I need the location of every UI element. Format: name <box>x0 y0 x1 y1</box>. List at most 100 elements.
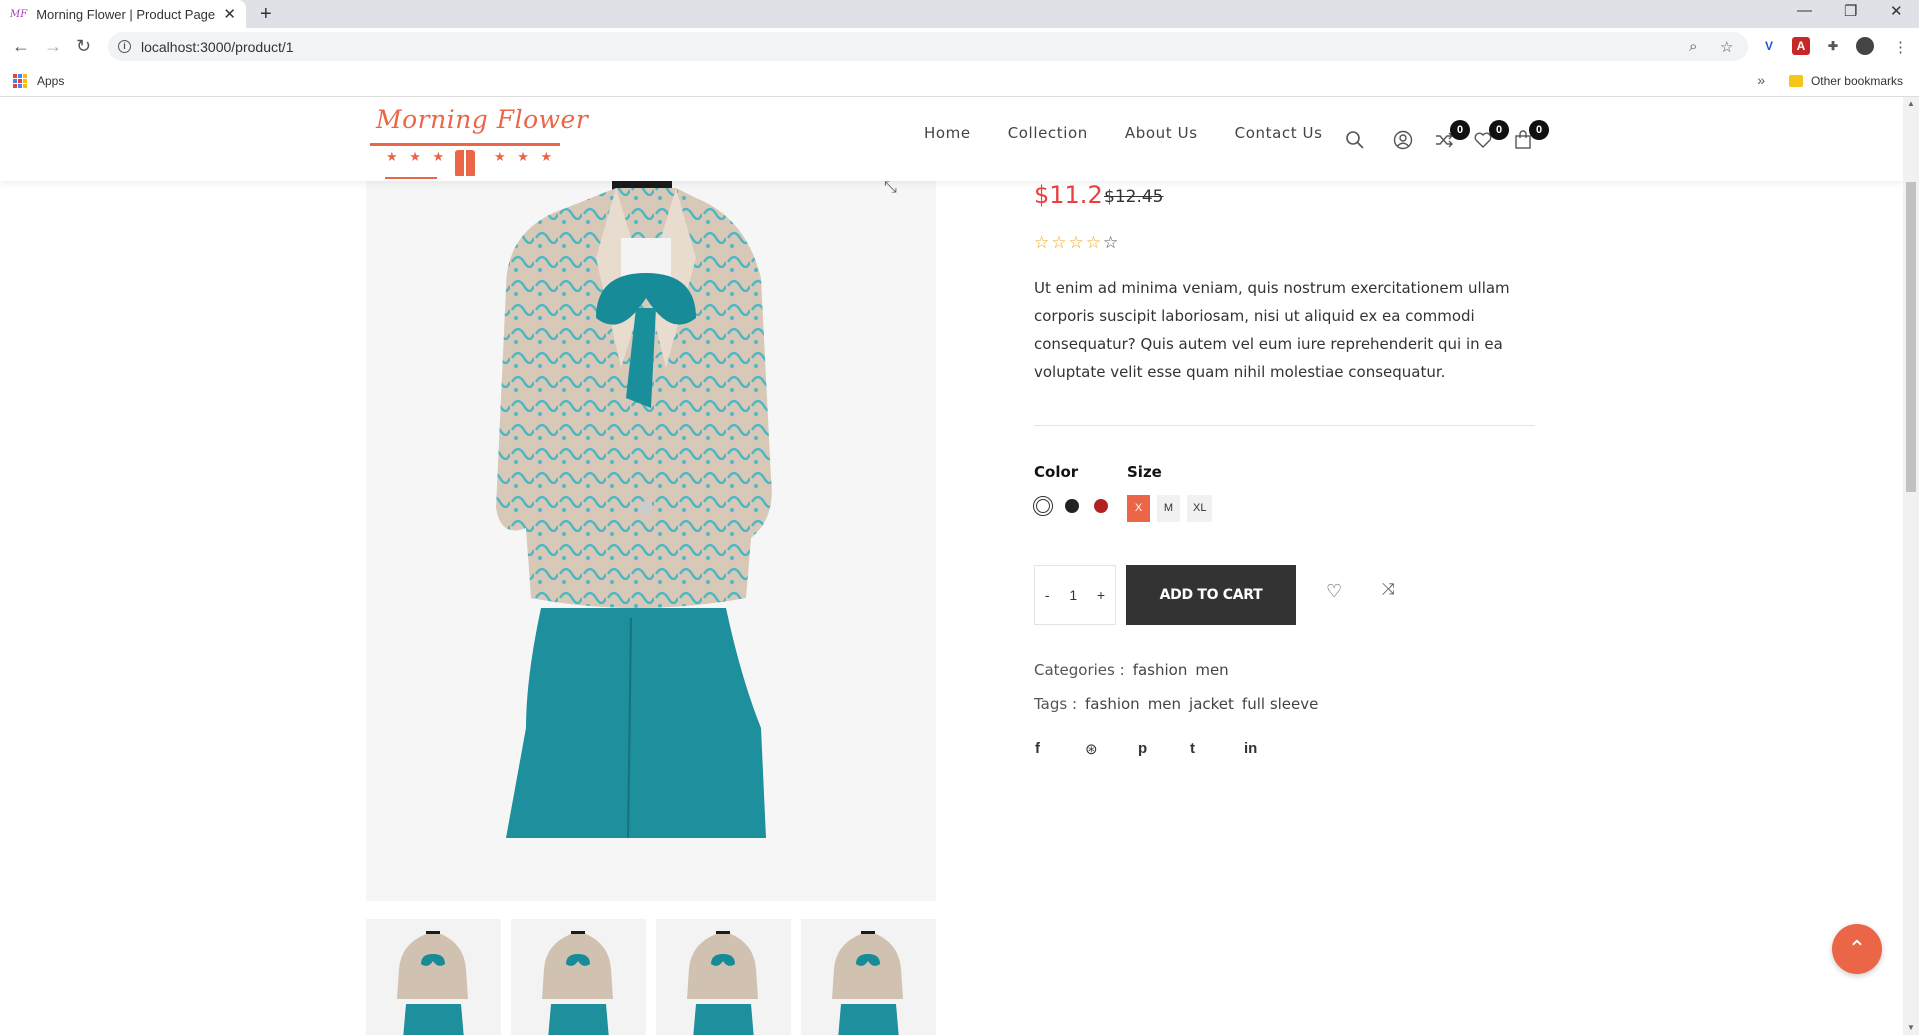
logo-text: Morning Flower <box>376 105 589 134</box>
url-text: localhost:3000/product/1 <box>141 38 294 55</box>
zoom-icon[interactable]: ⌕ <box>1689 38 1697 55</box>
thumbnail-1[interactable] <box>366 919 501 1035</box>
color-swatch-white[interactable] <box>1033 496 1053 516</box>
bookmark-star-icon[interactable]: ☆ <box>1720 38 1733 56</box>
site-logo[interactable]: Morning Flower ★ ★ ★ ★ ★ ★ <box>368 103 588 179</box>
add-to-compare-shuffle-icon[interactable]: ⤨ <box>1382 581 1395 599</box>
size-option-x[interactable]: X <box>1127 495 1150 522</box>
apps-shortcut[interactable]: Apps <box>13 74 64 88</box>
thumbnail-3[interactable] <box>656 919 791 1035</box>
size-option-m[interactable]: M <box>1157 495 1180 522</box>
size-option-xl[interactable]: XL <box>1187 495 1213 522</box>
product-rating: ☆☆☆☆☆ <box>1034 233 1120 253</box>
tag-link[interactable]: jacket <box>1189 695 1234 713</box>
browser-tab[interactable]: MF Morning Flower | Product Page ✕ <box>0 0 246 28</box>
search-icon[interactable] <box>1345 130 1367 152</box>
new-tab-icon[interactable]: + <box>260 3 272 26</box>
site-favicon-icon: MF <box>10 8 28 20</box>
qty-decrease-button[interactable]: - <box>1045 587 1050 603</box>
nav-contact-us[interactable]: Contact Us <box>1235 124 1323 142</box>
browser-toolbar: ← → ↻ i localhost:3000/product/1 ⌕ ☆ V A… <box>0 28 1919 66</box>
quantity-stepper: - 1 + <box>1034 565 1116 625</box>
back-icon[interactable]: ← <box>12 36 30 57</box>
page-viewport: Morning Flower ★ ★ ★ ★ ★ ★ Home Collecti… <box>0 97 1903 1035</box>
compare-shuffle-icon[interactable]: 0 <box>1434 120 1470 152</box>
color-swatch-black[interactable] <box>1065 499 1079 513</box>
product-tags: Tags : fashion men jacket full sleeve <box>1034 695 1318 713</box>
qty-value[interactable]: 1 <box>1069 587 1077 603</box>
bookmarks-bar: Apps » Other bookmarks <box>0 66 1919 97</box>
window-close-icon[interactable]: ✕ <box>1890 2 1903 20</box>
minimize-icon[interactable]: — <box>1797 2 1812 19</box>
tags-label: Tags : <box>1034 695 1078 713</box>
apps-label: Apps <box>37 74 65 88</box>
tag-link[interactable]: fashion <box>1085 695 1140 713</box>
star-icon: ☆ <box>1051 233 1069 252</box>
extension-pdf-icon[interactable]: A <box>1792 37 1810 55</box>
star-icon: ☆ <box>1103 233 1121 252</box>
reload-icon[interactable]: ↻ <box>76 36 91 57</box>
bookmarks-overflow-icon[interactable]: » <box>1757 72 1765 88</box>
logo-jacket-icon <box>455 150 475 176</box>
browser-menu-icon[interactable]: ⋮ <box>1893 38 1908 56</box>
product-description: Ut enim ad minima veniam, quis nostrum e… <box>1034 279 1510 381</box>
address-bar[interactable]: i localhost:3000/product/1 <box>108 32 1748 61</box>
tab-title: Morning Flower | Product Page <box>36 6 216 22</box>
facebook-icon[interactable]: f <box>1035 740 1040 757</box>
product-categories: Categories : fashion men <box>1034 661 1229 679</box>
info-divider <box>1034 425 1535 426</box>
logo-stars-right: ★ ★ ★ <box>494 149 557 164</box>
category-link[interactable]: men <box>1195 661 1228 679</box>
scroll-up-icon[interactable]: ▲ <box>1907 99 1915 108</box>
active-image-indicator <box>385 177 437 179</box>
logo-divider <box>370 143 560 146</box>
wishlist-heart-icon[interactable]: 0 <box>1473 120 1509 152</box>
site-info-icon[interactable]: i <box>118 40 131 53</box>
scroll-down-icon[interactable]: ▼ <box>1907 1023 1915 1032</box>
tag-link[interactable]: full sleeve <box>1242 695 1318 713</box>
linkedin-icon[interactable]: in <box>1244 740 1257 757</box>
product-thumbnails <box>366 919 936 1035</box>
thumbnail-2[interactable] <box>511 919 646 1035</box>
compare-count-badge: 0 <box>1450 120 1470 140</box>
logo-stars-left: ★ ★ ★ <box>386 149 449 164</box>
other-bookmarks[interactable]: Other bookmarks <box>1788 74 1903 88</box>
page-scrollbar[interactable]: ▲ ▼ <box>1903 97 1919 1035</box>
extension-v-icon[interactable]: V <box>1760 37 1778 55</box>
other-bookmarks-label: Other bookmarks <box>1810 74 1903 88</box>
pinterest-icon[interactable]: p <box>1138 740 1147 757</box>
add-to-cart-button[interactable]: ADD TO CART <box>1126 565 1296 625</box>
category-link[interactable]: fashion <box>1133 661 1188 679</box>
tag-link[interactable]: men <box>1148 695 1181 713</box>
nav-collection[interactable]: Collection <box>1008 124 1088 142</box>
product-price: $11.2 <box>1034 181 1103 209</box>
cart-count-badge: 0 <box>1529 120 1549 140</box>
nav-home[interactable]: Home <box>924 124 971 142</box>
site-header: Morning Flower ★ ★ ★ ★ ★ ★ Home Collecti… <box>0 97 1903 181</box>
twitter-icon[interactable]: t <box>1190 740 1195 757</box>
scroll-to-top-button[interactable]: ⌃ <box>1832 924 1882 974</box>
nav-about-us[interactable]: About Us <box>1125 124 1198 142</box>
wishlist-count-badge: 0 <box>1489 120 1509 140</box>
restore-icon[interactable]: ❐ <box>1844 2 1857 20</box>
product-main-image[interactable] <box>366 178 936 901</box>
profile-avatar-icon[interactable] <box>1856 37 1874 55</box>
forward-icon[interactable]: → <box>44 36 62 57</box>
thumbnail-4[interactable] <box>801 919 936 1035</box>
add-to-wishlist-heart-icon[interactable]: ♡ <box>1326 581 1342 602</box>
extensions-puzzle-icon[interactable]: ✚ <box>1824 37 1842 55</box>
qty-increase-button[interactable]: + <box>1097 587 1105 603</box>
expand-image-icon[interactable]: ⤡ <box>884 179 897 197</box>
categories-label: Categories : <box>1034 661 1125 679</box>
tab-close-icon[interactable]: ✕ <box>223 5 236 23</box>
dribbble-icon[interactable]: ⊛ <box>1085 740 1098 758</box>
color-label: Color <box>1034 463 1079 481</box>
user-account-icon[interactable] <box>1393 130 1415 152</box>
size-label: Size <box>1127 463 1162 481</box>
scroll-thumb[interactable] <box>1906 182 1916 492</box>
color-swatch-red[interactable] <box>1094 499 1108 513</box>
star-icon: ☆ <box>1068 233 1086 252</box>
browser-tab-bar: MF Morning Flower | Product Page ✕ + — ❐… <box>0 0 1919 28</box>
cart-bag-icon[interactable]: 0 <box>1513 120 1549 152</box>
product-jacket-image <box>496 178 772 839</box>
